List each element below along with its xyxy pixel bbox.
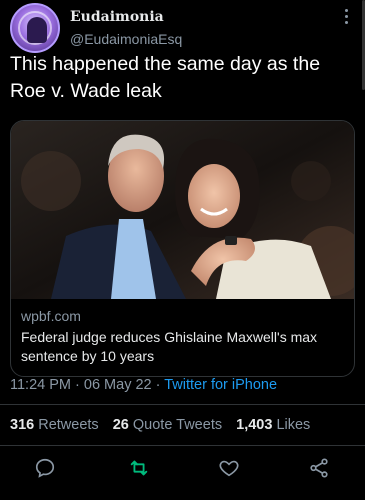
avatar[interactable] xyxy=(10,3,60,53)
divider xyxy=(0,445,365,446)
tweet-detail-screen: { "tweet": { "author": { "name": "Eudaim… xyxy=(0,0,365,500)
likes-label: Likes xyxy=(276,417,311,433)
action-bar xyxy=(0,453,365,483)
retweet-icon[interactable] xyxy=(128,457,150,479)
quotes-stat[interactable]: 26 Quote Tweets xyxy=(113,417,222,433)
author-name[interactable]: Eudaimonia xyxy=(70,9,164,25)
link-card-image[interactable] xyxy=(11,121,354,299)
tweet-source-link[interactable]: Twitter for iPhone xyxy=(164,377,277,393)
tweet-text: This happened the same day as the Roe v.… xyxy=(10,53,321,102)
divider xyxy=(0,404,365,405)
author-handle[interactable]: @EudaimoniaEsq xyxy=(70,31,182,47)
tweet-header: Eudaimonia @EudaimoniaEsq xyxy=(10,3,355,53)
quotes-count: 26 xyxy=(112,417,129,433)
link-card-meta: wpbf.com Federal judge reduces Ghislaine… xyxy=(21,307,346,366)
link-card[interactable]: wpbf.com Federal judge reduces Ghislaine… xyxy=(10,120,355,377)
likes-stat[interactable]: 1,403 Likes xyxy=(236,417,310,433)
retweets-stat[interactable]: 316 Retweets xyxy=(10,417,99,433)
tweet-stats: 316 Retweets 26 Quote Tweets 1,403 Likes xyxy=(10,417,310,433)
tweet-date[interactable]: 06 May 22 xyxy=(84,377,152,393)
share-icon[interactable] xyxy=(308,457,330,479)
retweets-count: 316 xyxy=(10,417,35,433)
link-card-domain: wpbf.com xyxy=(21,308,81,324)
meta-separator: · xyxy=(71,377,84,393)
like-icon[interactable] xyxy=(218,457,240,479)
retweets-label: Retweets xyxy=(38,417,99,433)
meta-separator: · xyxy=(151,377,165,393)
tweet-time[interactable]: 11:24 PM xyxy=(10,377,71,393)
likes-count: 1,403 xyxy=(236,417,273,433)
avatar-figure xyxy=(27,17,47,43)
more-options-icon[interactable] xyxy=(343,9,349,27)
tweet-timestamp: 11:24 PM · 06 May 22 · Twitter for iPhon… xyxy=(10,377,277,393)
quotes-label: Quote Tweets xyxy=(132,417,223,433)
reply-icon[interactable] xyxy=(34,457,56,479)
link-card-title[interactable]: Federal judge reduces Ghislaine Maxwell'… xyxy=(21,328,346,366)
